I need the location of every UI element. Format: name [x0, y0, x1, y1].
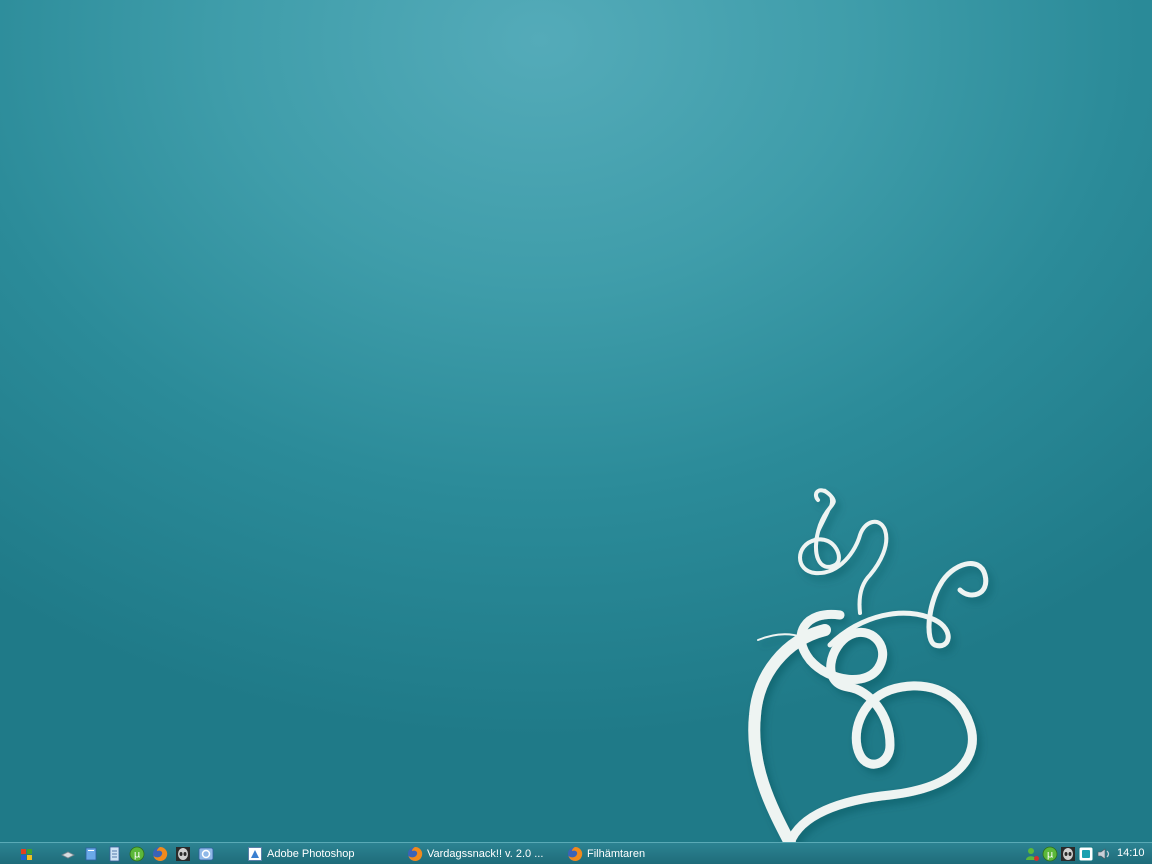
task-label: Filhämtaren — [587, 848, 646, 860]
photoshop-icon — [247, 846, 263, 862]
documents-icon — [85, 847, 97, 861]
quick-launch-show-desktop[interactable] — [60, 846, 76, 862]
quick-launch-utorrent[interactable]: µ — [129, 846, 145, 862]
task-button-vardagssnack[interactable]: Vardagssnack!! v. 2.0 ... — [407, 844, 557, 864]
tray-volume[interactable] — [1096, 846, 1112, 862]
quick-launch-alien-app[interactable] — [175, 846, 191, 862]
quick-launch-notepad[interactable] — [106, 846, 122, 862]
utorrent-icon: µ — [129, 846, 145, 862]
show-desktop-icon — [61, 851, 75, 859]
quick-launch-browser[interactable] — [198, 846, 214, 862]
svg-text:µ: µ — [134, 850, 141, 861]
tray-messenger[interactable] — [1078, 846, 1094, 862]
start-button[interactable] — [18, 846, 34, 862]
svg-text:µ: µ — [1047, 850, 1054, 861]
network-user-icon — [1026, 848, 1039, 861]
utorrent-tray-icon: µ — [1042, 846, 1058, 862]
alien-tray-icon — [1061, 847, 1075, 861]
desktop[interactable] — [0, 0, 1152, 842]
browser-icon — [198, 847, 214, 861]
notepad-icon — [109, 846, 120, 862]
swirl-hearts-artwork — [748, 488, 989, 842]
firefox-icon — [153, 846, 168, 861]
windows-grid-icon — [20, 848, 32, 860]
tray-alien[interactable] — [1060, 846, 1076, 862]
task-label: Vardagssnack!! v. 2.0 ... — [427, 848, 544, 860]
task-label: Adobe Photoshop — [267, 848, 355, 860]
taskbar: µ Adobe Photoshop Vardagssnack!! v. 2.0 … — [0, 842, 1152, 864]
tray-network-user[interactable] — [1024, 846, 1040, 862]
messenger-tray-icon — [1078, 846, 1094, 862]
quick-launch-documents[interactable] — [83, 846, 99, 862]
taskbar-clock[interactable]: 14:10 — [1117, 847, 1145, 859]
firefox-icon — [567, 846, 583, 862]
alien-app-icon — [176, 847, 190, 861]
quick-launch-firefox[interactable] — [152, 846, 168, 862]
firefox-icon — [407, 846, 423, 862]
task-button-photoshop[interactable]: Adobe Photoshop — [247, 844, 397, 864]
task-button-filhamtaren[interactable]: Filhämtaren — [567, 844, 717, 864]
tray-utorrent[interactable]: µ — [1042, 846, 1058, 862]
volume-icon — [1097, 848, 1110, 860]
